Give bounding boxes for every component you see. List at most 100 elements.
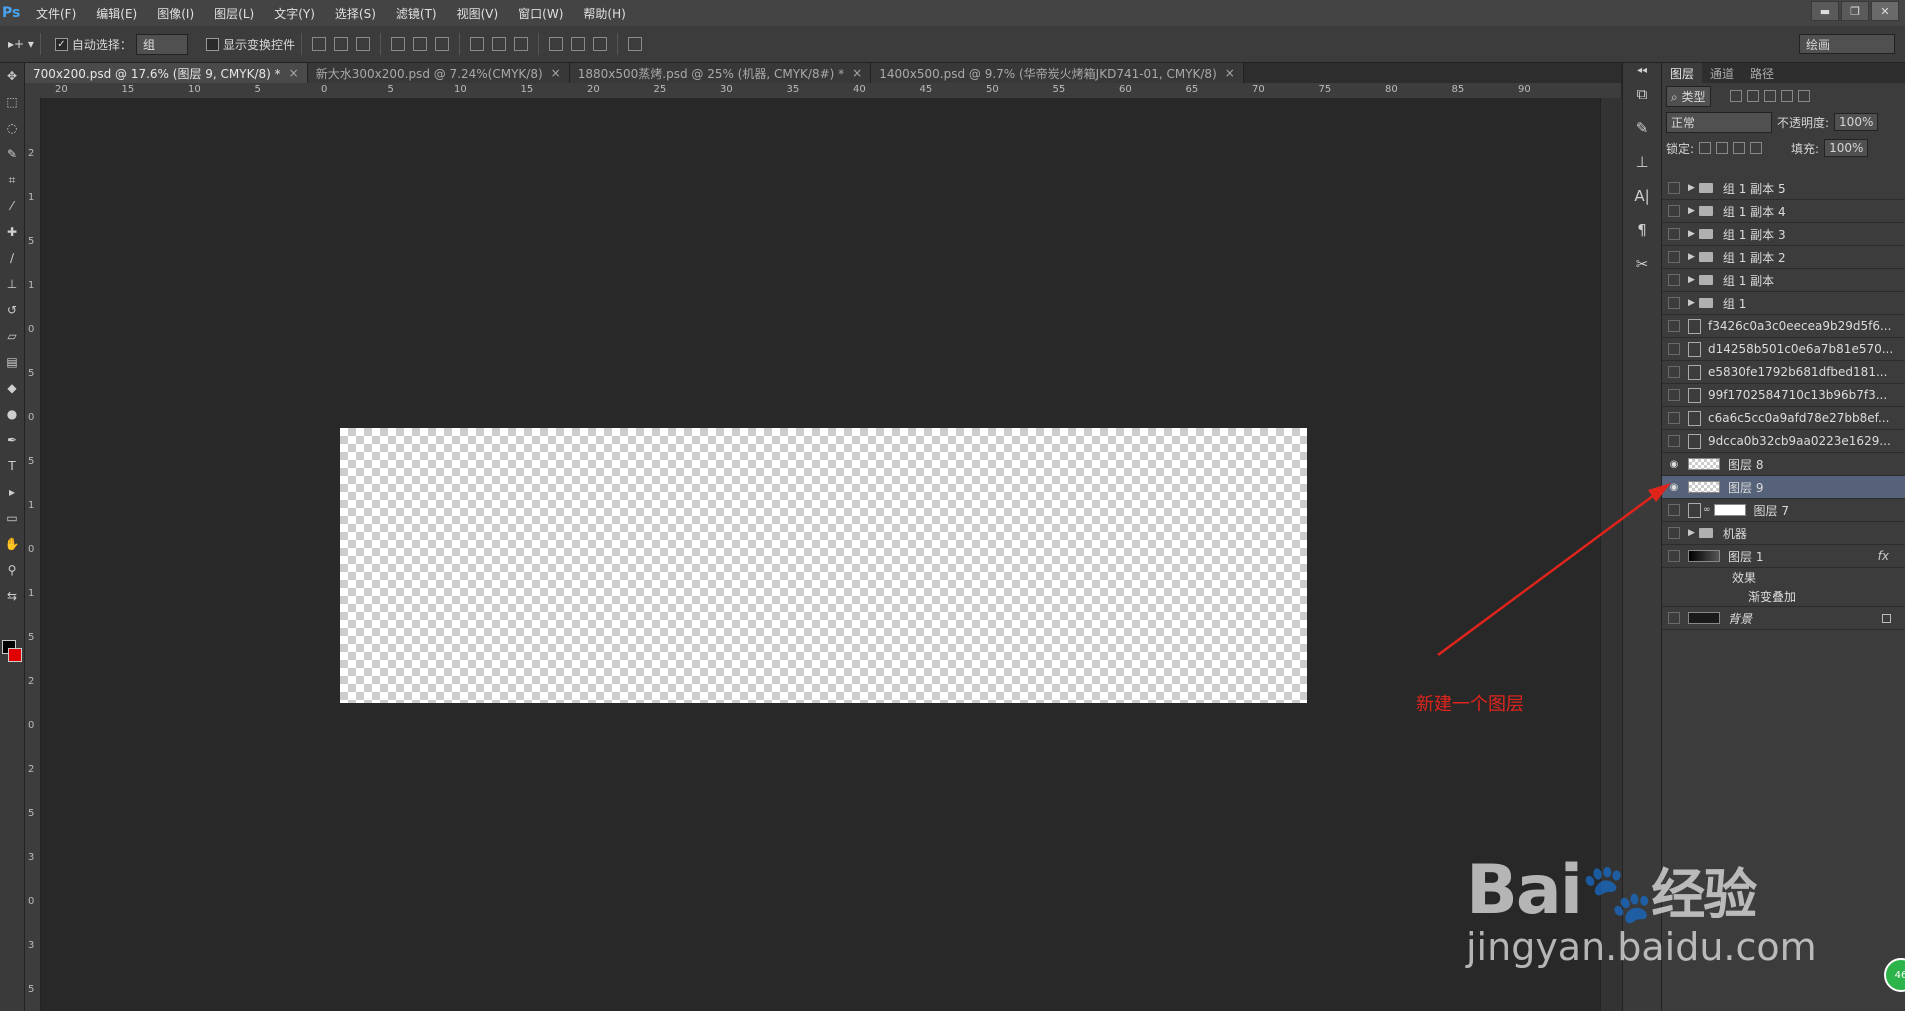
move-tool-preset[interactable]: ▸+ ▾ [8,37,34,51]
visibility-toggle[interactable] [1668,527,1680,539]
character-panel-icon[interactable]: A| [1623,179,1661,213]
visibility-toggle[interactable] [1668,274,1680,286]
lock-all-icon[interactable] [1750,142,1763,154]
history-panel-icon[interactable]: ⧉ [1623,77,1661,111]
workspace-dropdown[interactable]: 绘画 [1799,34,1895,54]
expand-arrow-icon[interactable]: ▶ [1688,298,1695,308]
layer-row[interactable]: 背景 [1662,607,1905,630]
menu-layer[interactable]: 图层(L) [204,5,264,22]
menu-image[interactable]: 图像(I) [147,5,204,22]
zoom-tool-icon[interactable]: ⚲ [0,557,24,583]
align-vcenter-icon[interactable] [333,37,348,51]
visibility-toggle[interactable] [1668,550,1680,562]
marquee-tool-icon[interactable]: ⬚ [0,89,24,115]
eraser-tool-icon[interactable]: ▱ [0,323,24,349]
doc-tab[interactable]: 700x200.psd @ 17.6% (图层 9, CMYK/8) * × [25,63,308,83]
layer-row[interactable]: ∞ 图层 7 [1662,499,1905,522]
distribute-right-icon[interactable] [592,37,607,51]
gradient-tool-icon[interactable]: ▤ [0,349,24,375]
align-right-icon[interactable] [434,37,449,51]
distribute-top-icon[interactable] [469,37,484,51]
visibility-toggle[interactable] [1668,343,1680,355]
eye-icon[interactable]: ◉ [1668,481,1680,493]
layer-row[interactable]: ▶ 机器 [1662,522,1905,545]
layer-row[interactable]: 图层 1 fx [1662,545,1905,568]
doc-tab[interactable]: 新大水300x200.psd @ 7.24%(CMYK/8) × [307,63,570,83]
show-transform-checkbox[interactable] [205,37,219,51]
tab-channels[interactable]: 通道 [1702,63,1742,83]
visibility-toggle[interactable] [1668,412,1680,424]
stamp-tool-icon[interactable]: ⊥ [0,271,24,297]
layer-row[interactable]: ▶ 组 1 副本 3 [1662,223,1905,246]
visibility-toggle[interactable] [1668,251,1680,263]
blend-mode-dropdown[interactable]: 正常 [1666,111,1772,133]
layer-row[interactable]: ▶ 组 1 [1662,292,1905,315]
expand-arrow-icon[interactable]: ▶ [1688,275,1695,285]
menu-window[interactable]: 窗口(W) [508,5,573,22]
smart-object-filter-icon[interactable] [1797,90,1810,102]
opacity-input[interactable]: 100% [1834,113,1879,131]
visibility-toggle[interactable] [1668,297,1680,309]
shape-tool-icon[interactable]: ▭ [0,505,24,531]
brush-tool-icon[interactable]: ∕ [0,245,24,271]
doc-tab[interactable]: 1880x500蒸烤.psd @ 25% (机器, CMYK/8#) * × [569,63,872,83]
blur-tool-icon[interactable]: ◆ [0,375,24,401]
paragraph-panel-icon[interactable]: ¶ [1623,213,1661,247]
pen-tool-icon[interactable]: ✒ [0,427,24,453]
visibility-toggle[interactable] [1668,435,1680,447]
layer-row-selected[interactable]: ◉ 图层 9 [1662,476,1905,499]
visibility-toggle[interactable] [1668,366,1680,378]
expand-arrow-icon[interactable]: ▶ [1688,183,1695,193]
visibility-toggle[interactable] [1668,182,1680,194]
close-icon[interactable]: × [551,66,561,80]
visibility-toggle[interactable] [1668,320,1680,332]
layer-row[interactable]: d14258b501c0e6a7b81e570... [1662,338,1905,361]
eyedropper-tool-icon[interactable]: ⁄ [0,193,24,219]
collapse-icon[interactable]: ◂◂ [1623,63,1661,77]
layer-row[interactable]: ▶ 组 1 副本 5 [1662,177,1905,200]
image-filter-icon[interactable] [1729,90,1742,102]
shape-filter-icon[interactable] [1780,90,1793,102]
minimize-button[interactable]: ▬ [1811,1,1839,21]
layer-row[interactable]: 9dcca0b32cb9aa0223e1629... [1662,430,1905,453]
expand-arrow-icon[interactable]: ▶ [1688,206,1695,216]
hand-tool-icon[interactable]: ✋ [0,531,24,557]
tab-layers[interactable]: 图层 [1662,63,1703,83]
distribute-bottom-icon[interactable] [513,37,528,51]
distribute-vcenter-icon[interactable] [491,37,506,51]
distribute-hcenter-icon[interactable] [570,37,585,51]
menu-select[interactable]: 选择(S) [325,5,386,22]
healing-tool-icon[interactable]: ✚ [0,219,24,245]
visibility-toggle[interactable] [1668,228,1680,240]
menu-filter[interactable]: 滤镜(T) [386,5,447,22]
fx-icon[interactable]: fx [1878,549,1889,563]
type-tool-icon[interactable]: T [0,453,24,479]
layer-row[interactable]: 99f1702584710c13b96b7f3... [1662,384,1905,407]
clone-source-panel-icon[interactable]: ⊥ [1623,145,1661,179]
auto-align-icon[interactable] [627,37,642,51]
history-brush-tool-icon[interactable]: ↺ [0,297,24,323]
close-icon[interactable]: × [852,66,862,80]
effects-row[interactable]: 效果 [1662,568,1905,587]
lock-transparent-icon[interactable] [1699,142,1712,154]
quick-select-tool-icon[interactable]: ✎ [0,141,24,167]
layer-filter-dropdown[interactable]: ⌕ 类型 [1666,85,1711,107]
dodge-tool-icon[interactable]: ● [0,401,24,427]
align-hcenter-icon[interactable] [412,37,427,51]
close-button[interactable]: ✕ [1871,1,1899,21]
adjustment-filter-icon[interactable] [1746,90,1759,102]
effect-row[interactable]: 渐变叠加 [1662,587,1905,607]
visibility-toggle[interactable] [1668,612,1680,624]
layer-row[interactable]: e5830fe1792b681dfbed181... [1662,361,1905,384]
menu-view[interactable]: 视图(V) [447,5,509,22]
align-bottom-icon[interactable] [355,37,370,51]
eye-icon[interactable]: ◉ [1668,458,1680,470]
crop-tool-icon[interactable]: ⌗ [0,167,24,193]
close-icon[interactable]: × [1225,66,1235,80]
menu-help[interactable]: 帮助(H) [573,5,635,22]
close-icon[interactable]: × [289,66,299,80]
layer-row[interactable]: c6a6c5cc0a9afd78e27bb8ef... [1662,407,1905,430]
expand-arrow-icon[interactable]: ▶ [1688,229,1695,239]
menu-type[interactable]: 文字(Y) [264,5,325,22]
expand-arrow-icon[interactable]: ▶ [1688,252,1695,262]
